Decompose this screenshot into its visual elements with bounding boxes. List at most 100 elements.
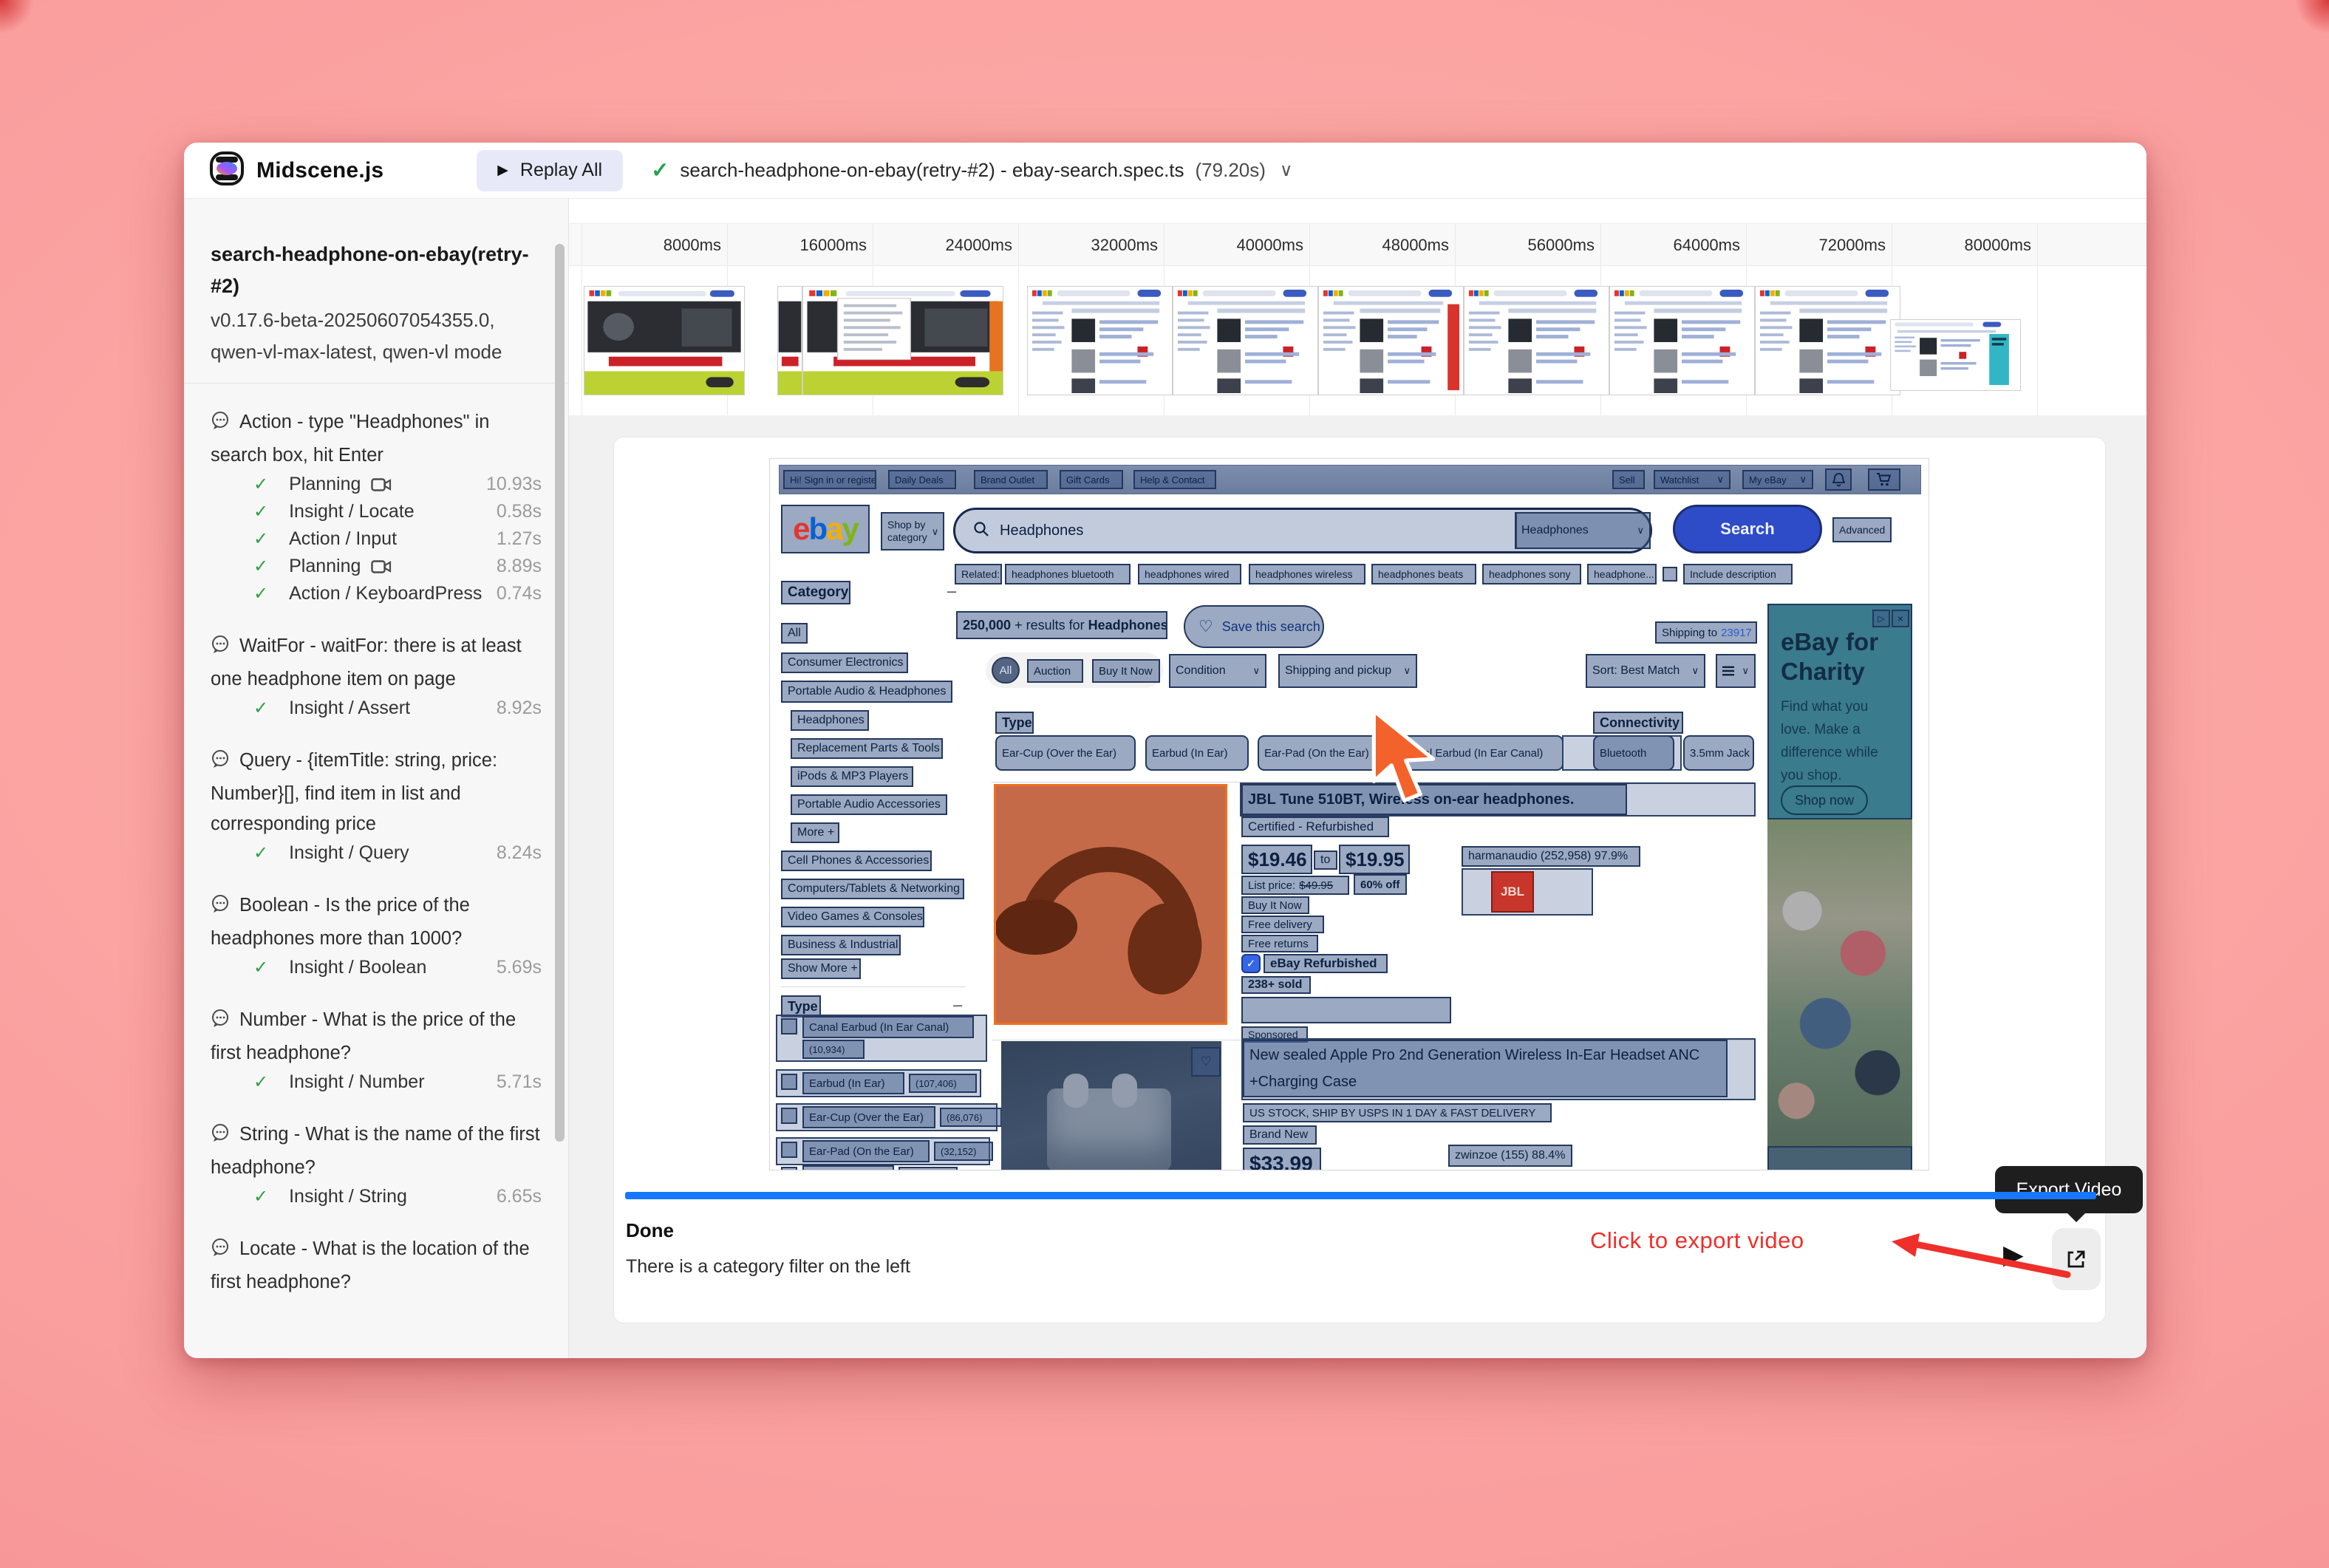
overlay-tint (1767, 819, 1912, 1170)
replay-all-label: Replay All (520, 160, 602, 181)
timeline-ruler: 8000ms 16000ms 24000ms 32000ms 40000ms 4… (569, 223, 2146, 266)
filter-buy-it-now: Buy It Now (1092, 659, 1160, 683)
test-title-dropdown[interactable]: ✓ search-headphone-on-ebay(retry-#2) - e… (651, 157, 1292, 183)
thumbnail-preview-image (1319, 287, 1463, 395)
ad-shop-now-button: Shop now (1781, 785, 1868, 815)
group-title[interactable]: Boolean - Is the price of the headphones… (211, 890, 540, 954)
timeline-tick: 8000ms (664, 236, 721, 255)
report-window: Midscene.js ▶ Replay All ✓ search-headph… (184, 143, 2146, 1358)
connectivity-button: 3.5mm Jack (1683, 735, 1754, 771)
chat-bubble-icon (211, 634, 231, 664)
category-link: More + (791, 822, 839, 843)
group-title[interactable]: Number - What is the price of the first … (211, 1005, 540, 1068)
timeline-thumbnail[interactable] (1318, 286, 1464, 395)
ebay-signin-link: Hi! Sign in or register (783, 470, 876, 489)
step-group-boolean: Boolean - Is the price of the headphones… (211, 890, 542, 981)
check-icon: ✓ (253, 957, 268, 978)
chat-bubble-icon (211, 1008, 231, 1038)
step-row[interactable]: ✓Insight / Query8.24s (211, 839, 542, 867)
type-option-label: Ear-Cup (Over the Ear) (802, 1106, 935, 1128)
step-group-number: Number - What is the price of the first … (211, 1005, 542, 1096)
timeline-thumbnail[interactable] (1173, 286, 1318, 395)
product1-free-returns: Free returns (1241, 935, 1318, 952)
timeline-tick: 80000ms (1964, 236, 2031, 255)
headphone-image (996, 786, 1225, 1023)
related-term: headphones wireless (1249, 564, 1365, 584)
product1-sold: 238+ sold (1241, 976, 1311, 994)
replay-all-button[interactable]: ▶ Replay All (477, 150, 623, 191)
timeline-tick: 24000ms (945, 236, 1012, 255)
adchoices-icon: ▷ (1872, 610, 1890, 627)
product2-condition: Brand New (1243, 1125, 1317, 1145)
group-title[interactable]: Action - type "Headphones" in search box… (211, 407, 540, 471)
timeline-thumbnail[interactable] (1609, 286, 1755, 395)
done-status: Done (626, 1219, 674, 1242)
check-icon: ✓ (253, 583, 268, 604)
step-row[interactable]: ✓Planning8.89s (211, 553, 542, 580)
group-title[interactable]: Query - {itemTitle: string, price: Numbe… (211, 746, 540, 839)
step-row[interactable]: ✓Insight / String6.65s (211, 1183, 542, 1210)
step-group-string: String - What is the name of the first h… (211, 1119, 542, 1210)
group-title[interactable]: String - What is the name of the first h… (211, 1119, 540, 1183)
product1-discount: 60% off (1354, 874, 1407, 895)
group-title[interactable]: Locate - What is the location of the fir… (211, 1234, 540, 1298)
include-description-label: Include description (1683, 564, 1793, 584)
check-icon: ✓ (253, 501, 268, 522)
bell-icon (1825, 468, 1852, 491)
ebay-advanced-link: Advanced (1832, 517, 1892, 542)
product2-image (1001, 1041, 1221, 1170)
thumbnail-preview-image (1756, 287, 1900, 395)
category-link: Cell Phones & Accessories (781, 851, 932, 871)
ebay-myebay-link: My eBay∨ (1742, 470, 1813, 489)
type-button: Ear-Cup (Over the Ear) (995, 735, 1136, 771)
results-count: 250,000+ results forHeadphones (956, 611, 1167, 639)
jbl-brand-logo: JBL (1491, 871, 1534, 913)
heart-icon: ♡ (1198, 617, 1213, 636)
category-link: Replacement Parts & Tools (791, 738, 943, 759)
step-row[interactable]: ✓Action / Input1.27s (211, 525, 542, 553)
timeline-thumbnail[interactable] (802, 286, 1003, 395)
step-row[interactable]: ✓Action / KeyboardPress0.74s (211, 580, 542, 607)
thumbnail-preview-image (1464, 287, 1609, 395)
chat-bubble-icon (211, 1237, 231, 1267)
type-checkbox (781, 1142, 797, 1158)
timeline-tick: 48000ms (1382, 236, 1449, 255)
ebay-search-button: Search (1673, 505, 1822, 553)
check-icon: ✓ (253, 842, 268, 864)
step-row[interactable]: ✓Insight / Number5.71s (211, 1068, 542, 1096)
chevron-down-icon: ∨ (1632, 525, 1644, 536)
include-description-checkbox (1663, 567, 1677, 582)
timeline-thumbnail[interactable] (777, 286, 802, 395)
step-row[interactable]: ✓Insight / Boolean5.69s (211, 954, 542, 981)
type-option-count: (10,934) (802, 1040, 865, 1059)
timeline-thumbnail[interactable] (1464, 286, 1609, 395)
step-row[interactable]: ✓Insight / Assert8.92s (211, 695, 542, 722)
category-link: iPods & MP3 Players (791, 766, 913, 787)
thumbnail-preview-image (778, 287, 802, 395)
check-icon: ✓ (253, 528, 268, 550)
category-link: Business & Industrial (781, 935, 901, 955)
sidebar-scrollbar[interactable] (555, 244, 565, 1142)
step-row[interactable]: ✓Insight / Locate0.58s (211, 498, 542, 525)
product1-image-highlighted (994, 784, 1227, 1025)
group-title[interactable]: WaitFor - waitFor: there is at least one… (211, 631, 540, 695)
thumbnail-preview-image (584, 287, 744, 395)
replay-progress-bar[interactable] (625, 1192, 2096, 1199)
product2-shipping: US STOCK, SHIP BY USPS IN 1 DAY & FAST D… (1243, 1103, 1552, 1122)
chevron-down-icon: ∨ (1795, 474, 1807, 485)
chat-bubble-icon (211, 749, 231, 779)
timeline-thumbnail[interactable] (1890, 319, 2021, 391)
timeline-thumbnail[interactable] (1755, 286, 1900, 395)
ebay-gift-cards-link: Gift Cards (1060, 470, 1123, 489)
category-link: Video Games & Consoles (781, 907, 924, 927)
timeline-thumbnail[interactable] (1027, 286, 1173, 395)
chat-bubble-icon (211, 410, 231, 440)
type-option-count: (86,076) (940, 1108, 1002, 1127)
category-link: Portable Audio & Headphones (781, 681, 952, 703)
type-checkbox (781, 1108, 797, 1124)
export-video-tooltip: Export Video (1995, 1166, 2143, 1213)
sidebar-test-name: search-headphone-on-ebay(retry-#2) (211, 239, 537, 302)
step-row[interactable]: ✓Planning10.93s (211, 471, 542, 498)
timeline-thumbnail[interactable] (584, 286, 745, 395)
chevron-down-icon: ∨ (1399, 665, 1411, 677)
